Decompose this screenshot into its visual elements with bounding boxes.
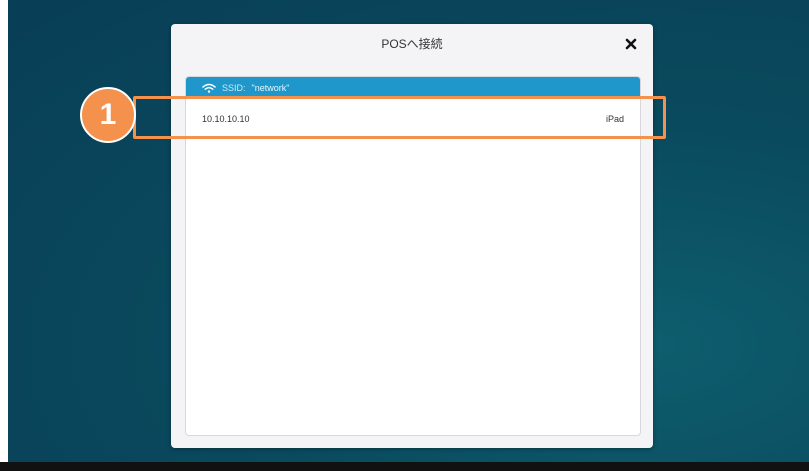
ssid-label: SSID: [222, 83, 246, 93]
ssid-value: "network" [251, 83, 290, 93]
step-badge: 1 [80, 87, 136, 143]
bottom-edge [0, 462, 809, 471]
connect-pos-dialog: POSへ接続 SSID: "network" 10.10.10.10 iPad [171, 24, 653, 448]
highlight-box [133, 96, 666, 139]
dialog-title: POSへ接続 [381, 37, 443, 51]
panel-footer [186, 429, 640, 435]
close-icon[interactable] [619, 32, 643, 56]
wifi-icon [202, 83, 216, 93]
